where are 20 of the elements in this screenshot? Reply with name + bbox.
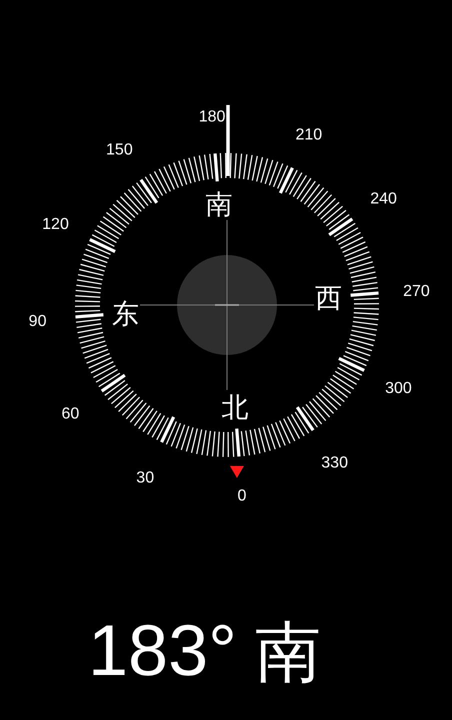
pointer-icon	[230, 466, 244, 478]
heading-degrees: 183°	[88, 615, 237, 687]
degree-label: 270	[403, 283, 430, 300]
degree-label: 90	[28, 312, 46, 330]
degree-label: 330	[321, 454, 348, 472]
cardinal-label: 北	[222, 392, 248, 424]
cardinal-label: 西	[315, 283, 342, 314]
degree-label: 120	[42, 216, 69, 234]
heading-direction: 南	[254, 620, 321, 686]
degree-label: 150	[106, 141, 133, 158]
degree-label: 240	[370, 190, 397, 208]
degree-label: 0	[237, 487, 246, 504]
degree-label: 60	[62, 406, 80, 423]
degree-label: 180	[198, 108, 226, 126]
cardinal-label: 东	[112, 299, 139, 330]
degree-label: 210	[295, 126, 322, 144]
degree-label: 300	[385, 380, 412, 397]
heading-line	[226, 105, 230, 176]
cardinal-label: 南	[206, 189, 232, 220]
degree-label: 30	[136, 470, 154, 486]
